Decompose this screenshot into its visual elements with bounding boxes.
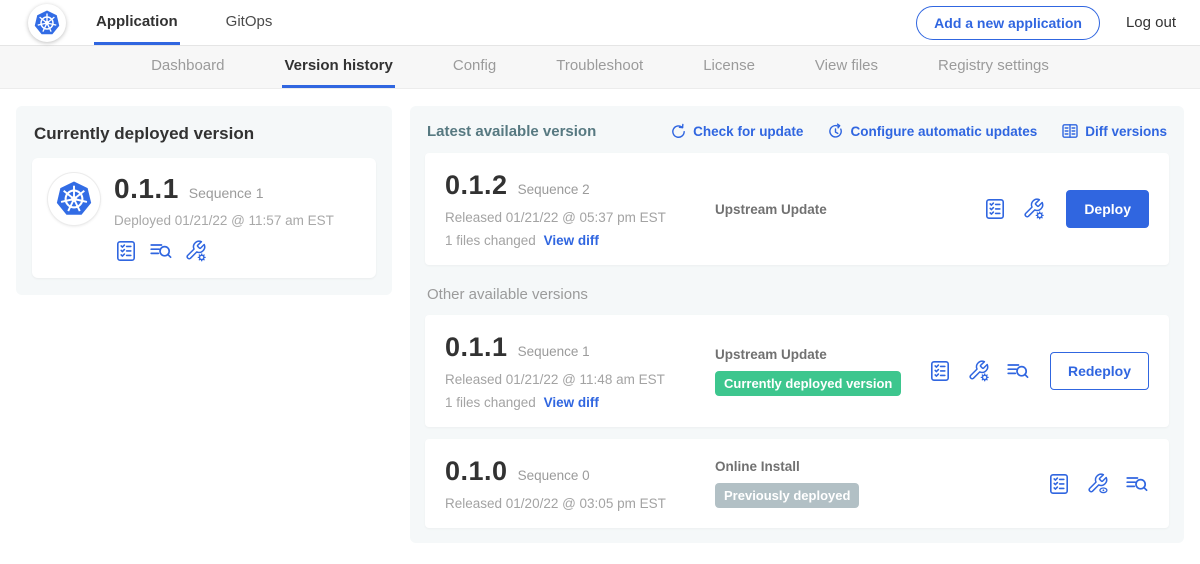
checklist-icon[interactable] [928, 359, 952, 383]
primary-nav: Application GitOps [94, 0, 274, 45]
check-for-update-link[interactable]: Check for update [670, 123, 803, 140]
previously-deployed-badge: Previously deployed [715, 483, 859, 508]
version-row-0-1-2: 0.1.2 Sequence 2 Released 01/21/22 @ 05:… [425, 153, 1169, 265]
tab-license[interactable]: License [701, 46, 757, 88]
version-sequence: Sequence 0 [518, 468, 590, 483]
version-sequence: Sequence 1 [518, 344, 590, 359]
deploy-button[interactable]: Deploy [1066, 190, 1149, 228]
files-changed-label: 1 files changed [445, 233, 536, 248]
checklist-icon[interactable] [114, 239, 138, 263]
diff-versions-label: Diff versions [1085, 124, 1167, 139]
version-source-label: Online Install [715, 459, 1047, 474]
tab-registry-settings[interactable]: Registry settings [936, 46, 1051, 88]
version-number: 0.1.1 [445, 332, 508, 363]
wrench-gear-icon[interactable] [184, 239, 208, 263]
add-application-button[interactable]: Add a new application [916, 6, 1100, 40]
released-timestamp: Released 01/21/22 @ 05:37 pm EST [445, 210, 697, 225]
version-source-label: Upstream Update [715, 202, 983, 217]
released-timestamp: Released 01/21/22 @ 11:48 am EST [445, 372, 697, 387]
app-version-logo [48, 173, 100, 225]
checklist-icon[interactable] [1047, 472, 1071, 496]
tab-troubleshoot[interactable]: Troubleshoot [554, 46, 645, 88]
released-timestamp: Released 01/20/22 @ 03:05 pm EST [445, 496, 697, 511]
logs-search-icon[interactable] [1006, 359, 1030, 383]
checklist-icon[interactable] [983, 197, 1007, 221]
tab-dashboard[interactable]: Dashboard [149, 46, 226, 88]
version-row-0-1-1: 0.1.1 Sequence 1 Released 01/21/22 @ 11:… [425, 315, 1169, 427]
wrench-gear-icon[interactable] [967, 359, 991, 383]
wrench-eye-icon[interactable] [1086, 472, 1110, 496]
clock-arrow-icon [827, 123, 844, 140]
kubernetes-logo-icon [53, 178, 95, 220]
version-number: 0.1.2 [445, 170, 508, 201]
check-for-update-label: Check for update [693, 124, 803, 139]
logs-search-icon[interactable] [149, 239, 173, 263]
view-diff-link[interactable]: View diff [544, 395, 599, 410]
tab-application[interactable]: Application [94, 0, 180, 45]
deployed-sequence: Sequence 1 [189, 185, 264, 201]
redeploy-button[interactable]: Redeploy [1050, 352, 1149, 390]
diff-versions-link[interactable]: Diff versions [1061, 122, 1167, 140]
files-changed-label: 1 files changed [445, 395, 536, 410]
version-sequence: Sequence 2 [518, 182, 590, 197]
version-row-0-1-0: 0.1.0 Sequence 0 Released 01/20/22 @ 03:… [425, 439, 1169, 528]
diff-columns-icon [1061, 122, 1079, 140]
app-header: Application GitOps Add a new application… [0, 0, 1200, 46]
deployed-version-card: 0.1.1 Sequence 1 Deployed 01/21/22 @ 11:… [32, 158, 376, 278]
currently-deployed-card: Currently deployed version [16, 106, 392, 295]
tab-gitops[interactable]: GitOps [224, 0, 275, 45]
kubernetes-logo-icon [32, 8, 62, 38]
app-logo [28, 4, 66, 42]
tab-view-files[interactable]: View files [813, 46, 880, 88]
view-diff-link[interactable]: View diff [544, 233, 599, 248]
currently-deployed-badge: Currently deployed version [715, 371, 901, 396]
configure-automatic-updates-link[interactable]: Configure automatic updates [827, 123, 1037, 140]
configure-automatic-updates-label: Configure automatic updates [850, 124, 1037, 139]
deployed-timestamp: Deployed 01/21/22 @ 11:57 am EST [114, 213, 334, 228]
version-history-panel: Latest available version Check for updat… [410, 106, 1184, 543]
deployed-card-title: Currently deployed version [34, 124, 374, 144]
version-number: 0.1.0 [445, 456, 508, 487]
refresh-icon [670, 123, 687, 140]
other-versions-heading: Other available versions [427, 286, 1167, 303]
logs-search-icon[interactable] [1125, 472, 1149, 496]
logout-button[interactable]: Log out [1126, 14, 1176, 31]
tab-version-history[interactable]: Version history [282, 46, 394, 88]
app-subnav: Dashboard Version history Config Trouble… [0, 46, 1200, 89]
wrench-gear-icon[interactable] [1022, 197, 1046, 221]
tab-config[interactable]: Config [451, 46, 498, 88]
latest-version-heading: Latest available version [427, 123, 596, 140]
deployed-version-number: 0.1.1 [114, 173, 179, 205]
version-source-label: Upstream Update [715, 347, 928, 362]
